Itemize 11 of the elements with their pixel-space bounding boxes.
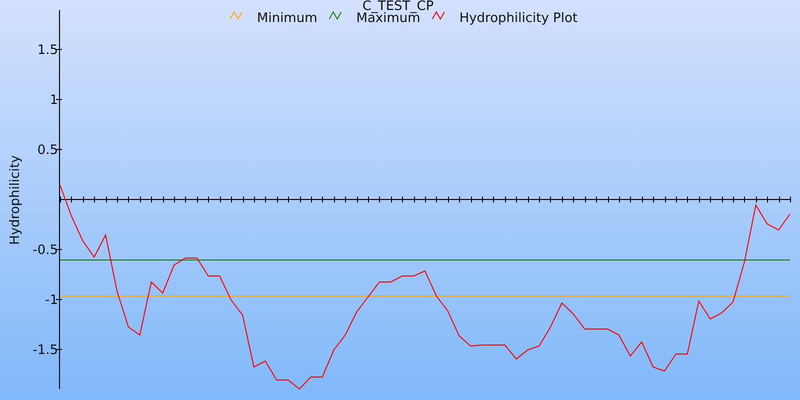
axis-title: Hydrophilicity bbox=[8, 155, 23, 245]
y-tick-label: -1.5 bbox=[32, 343, 58, 358]
legend-label: Maximum bbox=[356, 11, 420, 26]
legend-label: Hydrophilicity Plot bbox=[459, 11, 578, 26]
y-tick-label: 0.5 bbox=[37, 143, 58, 158]
y-tick-label: -1 bbox=[45, 293, 58, 308]
legend-label: Minimum bbox=[257, 11, 318, 26]
chart-title: C_TEST_CP bbox=[362, 0, 434, 14]
y-tick-label: -0.5 bbox=[32, 243, 58, 258]
y-tick-label: 1 bbox=[50, 93, 58, 108]
y-tick-label: 1.5 bbox=[37, 43, 58, 58]
